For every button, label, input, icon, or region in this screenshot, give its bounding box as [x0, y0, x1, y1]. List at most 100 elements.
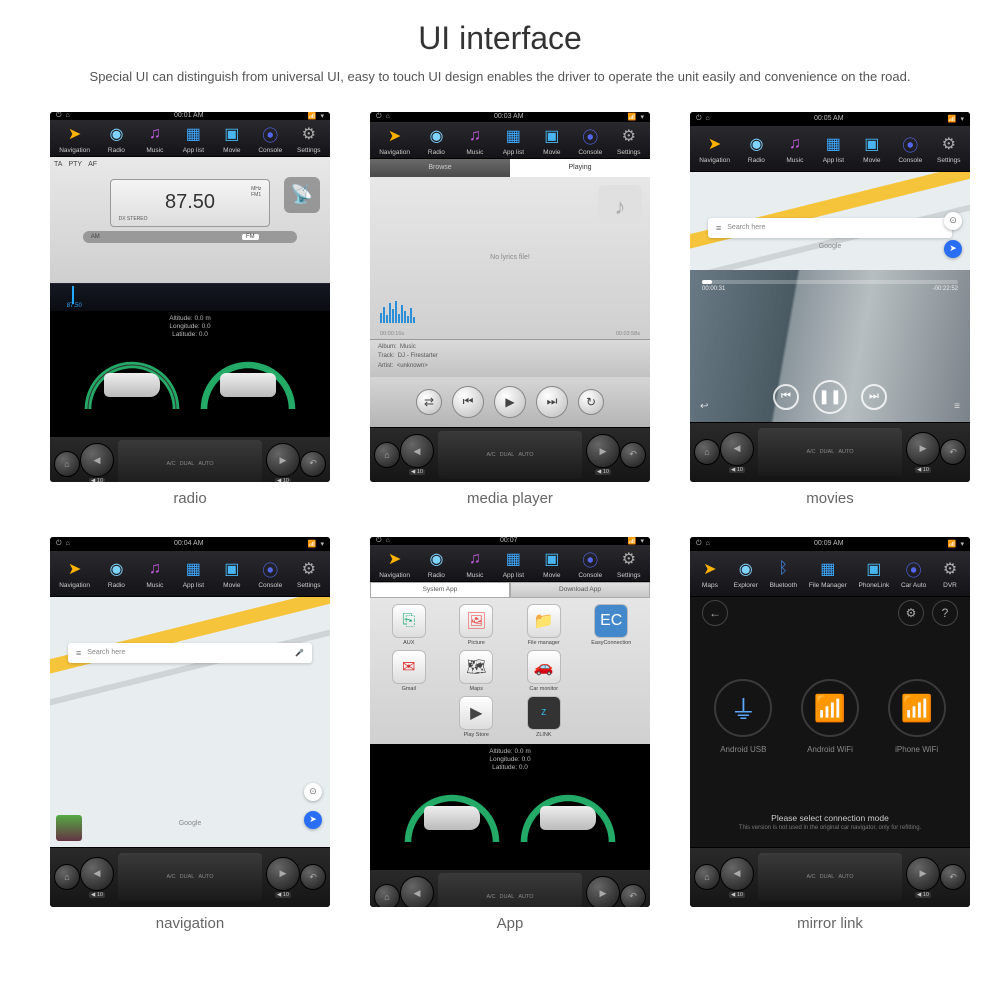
freq-value: 87.50 — [165, 191, 215, 214]
menu-radio[interactable]: ◉Radio — [104, 122, 128, 154]
video-pause-button[interactable]: ❚❚ — [813, 380, 847, 414]
map-logo: Google — [819, 243, 842, 250]
help-button[interactable]: ? — [932, 600, 958, 626]
video-progress[interactable] — [702, 280, 958, 284]
menu-applist[interactable]: ▦App list — [181, 122, 205, 154]
back-button[interactable]: ← — [702, 600, 728, 626]
menu-phonelink[interactable]: ▣PhoneLink — [859, 557, 890, 589]
status-bar: ⏻⌂ 00:01 AM 📶▾ — [50, 112, 330, 120]
wifi-icon: 📶 — [308, 112, 317, 120]
gauge-left — [77, 342, 187, 432]
menu-movie[interactable]: ▣Movie — [220, 122, 244, 154]
home-knob[interactable]: ⌂ — [54, 451, 80, 477]
app-picture[interactable]: 🖼Picture — [444, 604, 510, 646]
map-area[interactable]: ≡Search here ⊙ ➤ Google — [690, 172, 970, 270]
app-aux[interactable]: ⎘AUX — [376, 604, 442, 646]
video-next-button[interactable]: ⏭ — [861, 384, 887, 410]
home-icon: ⌂ — [66, 112, 70, 119]
directions-button[interactable]: ➤ — [944, 240, 962, 258]
track-info: Album: Music Track: DJ - Firestarter Art… — [370, 339, 650, 377]
caption-navigation: navigation — [156, 915, 224, 932]
caption-radio: radio — [173, 490, 206, 507]
locate-button[interactable]: ⊙ — [944, 212, 962, 230]
directions-button[interactable]: ➤ — [304, 811, 322, 829]
mic-icon[interactable]: 🎤 — [295, 649, 304, 657]
page-title: UI interface — [40, 20, 960, 57]
app-maps[interactable]: 🗺Maps — [444, 650, 510, 692]
navigation-map[interactable]: ≡Search here🎤 Google ⊙ ➤ — [50, 597, 330, 847]
freq-scale[interactable]: 87.50 — [50, 283, 330, 311]
app-carmonitor[interactable]: 🚗Car monitor — [511, 650, 577, 692]
caption-app: App — [497, 915, 524, 932]
menu-settings[interactable]: ⚙Settings — [297, 122, 321, 154]
search-input[interactable]: ≡Search here — [708, 218, 952, 238]
ac-panel[interactable]: A/C DUAL AUTO — [118, 440, 262, 482]
top-menu: ➤Navigation ◉Radio ♫Music ▦App list ▣Mov… — [50, 120, 330, 157]
back-knob[interactable]: ↶ — [300, 451, 326, 477]
menu-bluetooth[interactable]: ᛒBluetooth — [770, 557, 797, 589]
caption-movies: movies — [806, 490, 854, 507]
tab-download-app[interactable]: Download App — [510, 582, 650, 598]
vol-left[interactable]: ◀ — [80, 443, 114, 477]
screen-mirror: ⏻⌂00:09 AM📶▾ ➤Maps ◉Explorer ᛒBluetooth … — [690, 537, 970, 907]
tab-playing[interactable]: Playing — [510, 159, 650, 177]
visualizer — [380, 299, 415, 323]
screen-media: ⏻⌂00:03 AM📶▾ ➤Navigation ◉Radio ♫Music ▦… — [370, 112, 650, 482]
video-prev-button[interactable]: ⏮ — [773, 384, 799, 410]
app-playstore[interactable]: ▶Play Store — [444, 696, 510, 738]
conn-iphone-wifi[interactable]: 📶 iPhone WiFi — [888, 679, 946, 754]
menu-dvr[interactable]: ⚙DVR — [938, 557, 962, 589]
app-easyconnection[interactable]: ECEasyConnection — [579, 604, 645, 646]
search-input[interactable]: ≡Search here🎤 — [68, 643, 312, 663]
tab-system-app[interactable]: System App — [370, 582, 510, 598]
location-readout: Altitude: 0.0 m Longitude: 0.0 Latitude:… — [56, 315, 324, 340]
vol-right[interactable]: ▶ — [266, 443, 300, 477]
app-gmail[interactable]: ✉Gmail — [376, 650, 442, 692]
band-bar[interactable]: AM FM — [83, 231, 297, 243]
prev-button[interactable]: ⏮ — [452, 386, 484, 418]
app-zlink[interactable]: ZZLINK — [511, 696, 577, 738]
conn-android-usb[interactable]: ⏚ Android USB — [714, 679, 772, 754]
screen-app: ⏻⌂00:07📶▾ ➤Navigation ◉Radio ♫Music ▦App… — [370, 537, 650, 907]
bottom-controls: ⌂ ◀◀ 10 A/C DUAL AUTO ▶◀ 10 ↶ — [50, 436, 330, 482]
layers-thumb[interactable] — [56, 815, 82, 841]
screen-movies: ⏻⌂00:05 AM📶▾ ➤Navigation ◉Radio ♫Music ▦… — [690, 112, 970, 482]
locate-button[interactable]: ⊙ — [304, 783, 322, 801]
lyrics-area: No lyrics file! ♪ 00:00:16s 00:03:58s — [370, 177, 650, 339]
shuffle-button[interactable]: ⇄ — [416, 389, 442, 415]
menu-maps[interactable]: ➤Maps — [698, 557, 722, 589]
af-button[interactable]: AF — [88, 161, 97, 168]
caption-media: media player — [467, 490, 553, 507]
map-logo: Google — [179, 820, 202, 827]
power-icon: ⏻ — [56, 112, 62, 120]
screen-radio: ⏻⌂ 00:01 AM 📶▾ ➤Navigation ◉Radio ♫Music… — [50, 112, 330, 482]
screen-navigation: ⏻⌂00:04 AM📶▾ ➤Navigation ◉Radio ♫Music ▦… — [50, 537, 330, 907]
conn-android-wifi[interactable]: 📶 Android WiFi — [801, 679, 859, 754]
album-art-icon: ♪ — [598, 185, 642, 229]
menu-navigation[interactable]: ➤Navigation — [59, 122, 90, 154]
caption-mirror: mirror link — [797, 915, 863, 932]
tab-browse[interactable]: Browse — [370, 159, 510, 177]
app-filemanager[interactable]: 📁File manager — [511, 604, 577, 646]
menu-console[interactable]: ⦿Console — [258, 122, 282, 154]
page-subtitle: Special UI can distinguish from universa… — [40, 67, 960, 87]
list-icon[interactable]: ≡ — [954, 401, 960, 412]
menu-navigation[interactable]: ➤Navigation — [379, 124, 410, 156]
play-button[interactable]: ▶ — [494, 386, 526, 418]
menu-carauto[interactable]: ⦿Car Auto — [901, 557, 926, 589]
pty-button[interactable]: PTY — [68, 161, 82, 168]
ta-button[interactable]: TA — [54, 161, 62, 168]
menu-explorer[interactable]: ◉Explorer — [734, 557, 758, 589]
menu-music[interactable]: ♫Music — [143, 122, 167, 154]
repeat-button[interactable]: ↻ — [578, 389, 604, 415]
radio-panel: TA PTY AF 87.50 MHzFM1 DX STEREO 📡 AM FM — [50, 157, 330, 283]
antenna-icon[interactable]: 📡 — [284, 177, 320, 213]
settings-button[interactable]: ⚙ — [898, 600, 924, 626]
app-grid: ⎘AUX 🖼Picture 📁File manager ECEasyConnec… — [370, 598, 650, 744]
status-time: 00:01 AM — [174, 112, 204, 119]
return-icon[interactable]: ↩ — [700, 401, 708, 412]
menu-filemanager[interactable]: ▦File Manager — [809, 557, 847, 589]
menu-icon: ≡ — [716, 223, 721, 233]
next-button[interactable]: ⏭ — [536, 386, 568, 418]
mirror-footer: Please select connection mode This versi… — [690, 805, 970, 847]
